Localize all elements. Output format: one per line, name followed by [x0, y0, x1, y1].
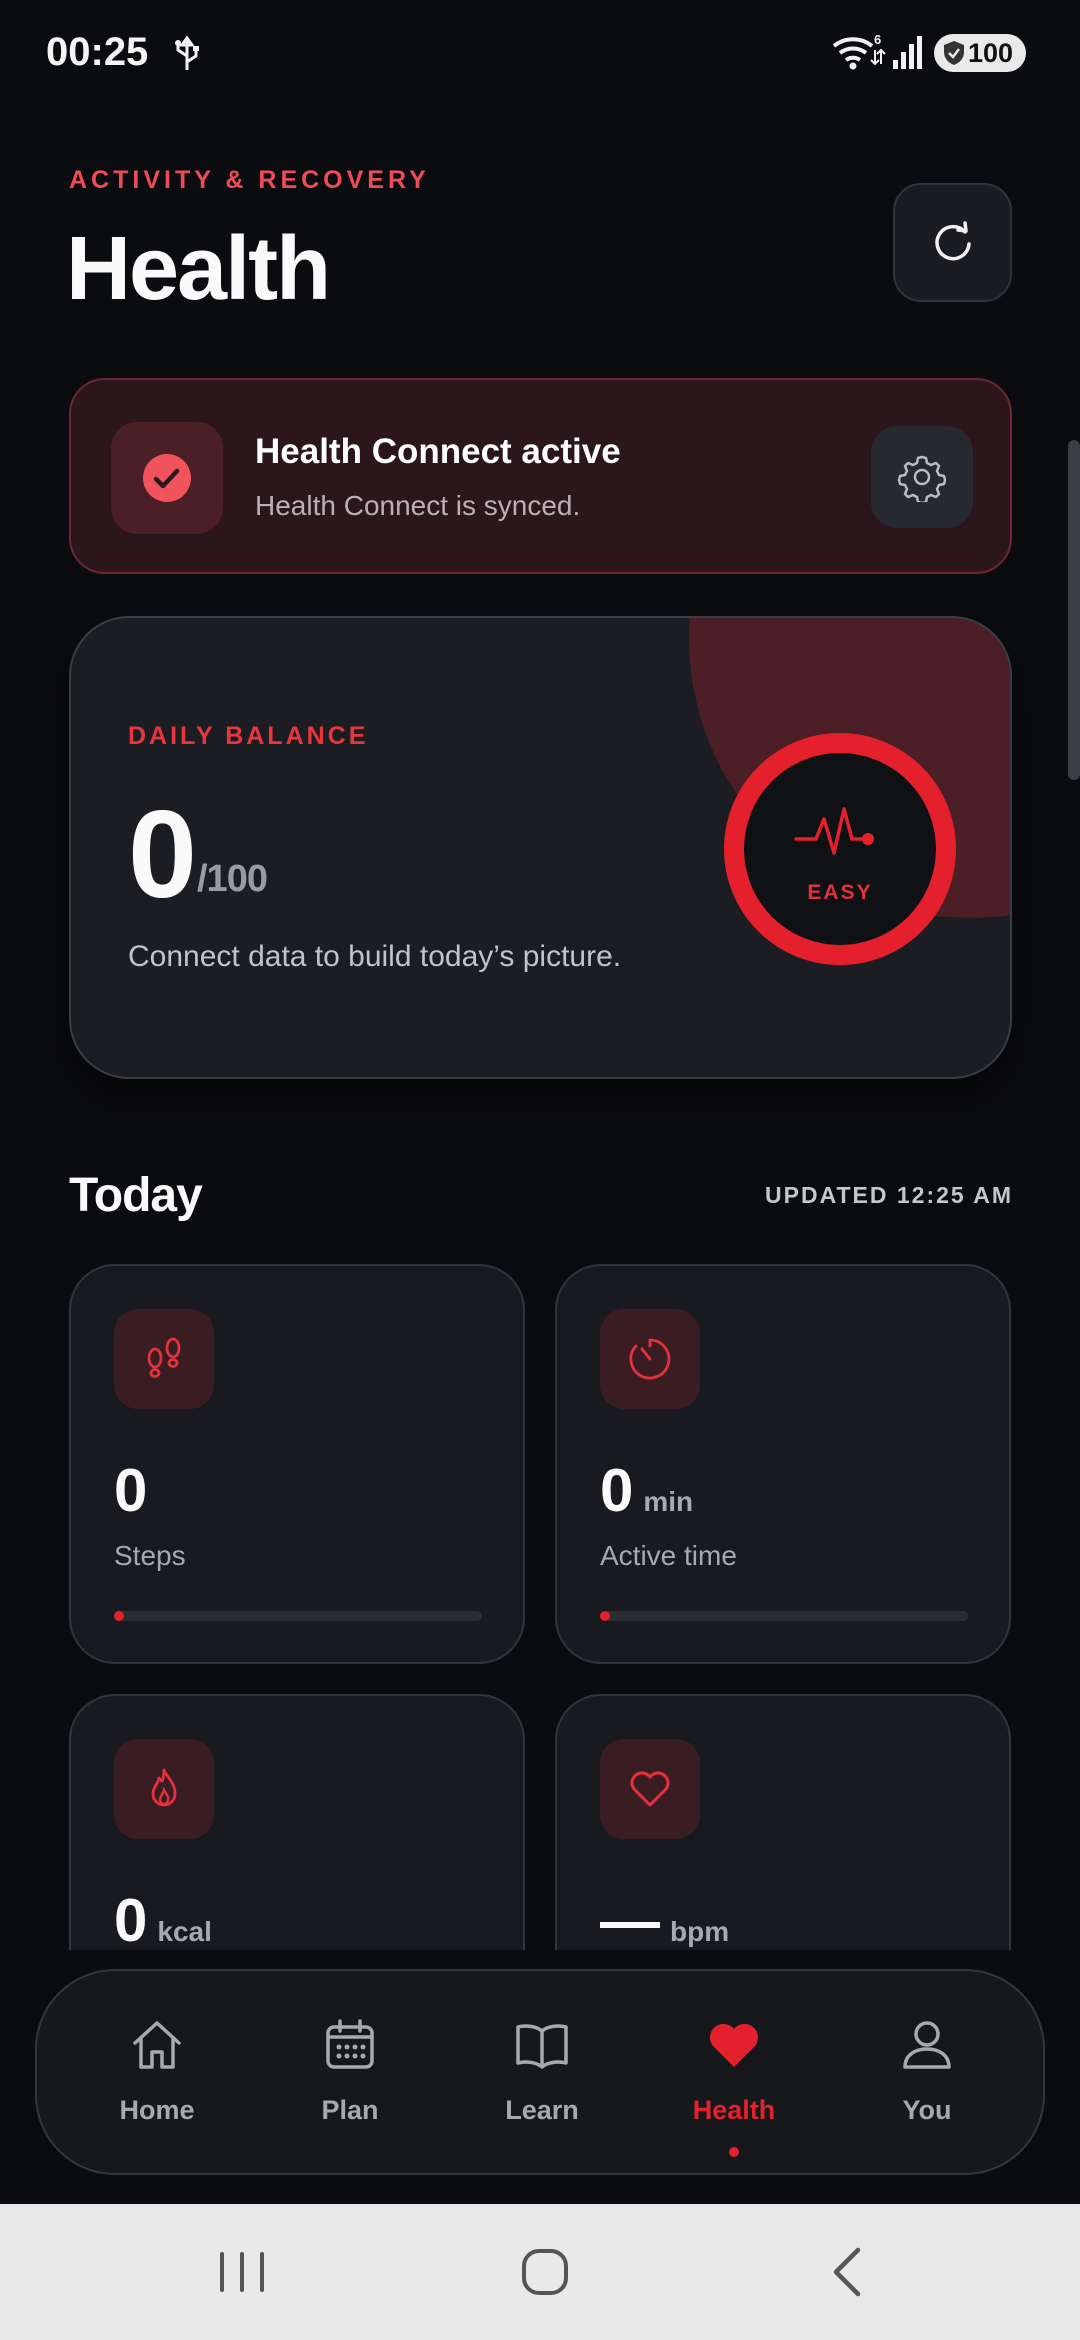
active-time-label: Active time: [600, 1540, 737, 1571]
health-connect-title: Health Connect active: [255, 432, 621, 471]
nav-item-you[interactable]: You: [842, 1971, 1012, 2177]
battery-indicator: 100: [934, 34, 1026, 72]
scrollbar[interactable]: [1068, 440, 1080, 780]
metric-icon-box: [600, 1309, 700, 1409]
daily-balance-card[interactable]: DAILY BALANCE 0 /100 Connect data to bui…: [69, 616, 1012, 1079]
footprints-icon: [147, 1337, 181, 1378]
status-icon-box: [111, 422, 223, 534]
page-title: Health: [66, 219, 331, 319]
metric-icon-box: [114, 1309, 214, 1409]
metric-value: 0 min: [600, 1456, 693, 1525]
heart-rate-value: —: [600, 1887, 660, 1950]
calories-value: 0: [114, 1887, 148, 1950]
gear-icon: [897, 455, 947, 502]
system-navigation-bar: [0, 2204, 1080, 2340]
heart-rate-unit: bpm: [670, 1916, 730, 1947]
metric-card-heart-rate[interactable]: — bpm: [555, 1694, 1011, 1950]
page-eyebrow: ACTIVITY & RECOVERY: [69, 166, 430, 194]
heart-icon: [709, 2023, 759, 2067]
wifi-badge: 6: [874, 32, 881, 47]
nav-item-home[interactable]: Home: [72, 1971, 242, 2177]
nav-item-learn[interactable]: Learn: [457, 1971, 627, 2177]
usb-icon: [175, 35, 199, 70]
updated-timestamp: UPDATED 12:25 AM: [765, 1182, 1013, 1208]
recents-icon[interactable]: [212, 2242, 272, 2302]
nav-label-home: Home: [119, 2095, 195, 2125]
metric-value: 0: [114, 1456, 147, 1525]
balance-score: 0: [128, 786, 197, 924]
steps-label: Steps: [114, 1540, 186, 1571]
bottom-nav: Home Plan Learn Health You: [35, 1969, 1045, 2175]
balance-eyebrow: DAILY BALANCE: [128, 722, 369, 750]
health-connect-settings-button[interactable]: [871, 426, 973, 528]
metric-card-calories[interactable]: 0 kcal: [69, 1694, 525, 1950]
metric-icon-box: [600, 1739, 700, 1839]
calendar-icon: [326, 2019, 374, 2069]
book-icon: [516, 2024, 568, 2069]
wifi-icon: 6: [832, 32, 886, 70]
battery-level: 100: [968, 37, 1014, 68]
heart-icon: [630, 1771, 670, 1807]
nav-item-plan[interactable]: Plan: [265, 1971, 435, 2177]
metric-value: 0 kcal: [114, 1886, 212, 1950]
status-time: 00:25: [46, 30, 149, 74]
today-title: Today: [69, 1169, 203, 1222]
metric-card-active-time[interactable]: 0 min Active time: [555, 1264, 1011, 1664]
active-time-progress-bar: [600, 1611, 968, 1621]
nav-label-plan: Plan: [321, 2095, 379, 2125]
signal-icon: [893, 36, 922, 69]
nav-label-learn: Learn: [505, 2095, 579, 2125]
home-circle-icon[interactable]: [515, 2242, 575, 2302]
status-bar: 00:25 6 100: [0, 0, 1080, 104]
active-time-value: 0: [600, 1457, 634, 1524]
refresh-button[interactable]: [893, 183, 1012, 302]
balance-ring: EASY: [724, 733, 956, 965]
nav-label-health: Health: [692, 2095, 776, 2125]
balance-max: /100: [197, 858, 268, 900]
nav-item-health[interactable]: Health: [649, 1971, 819, 2177]
nav-label-you: You: [902, 2095, 952, 2125]
check-circle-icon: [143, 454, 191, 502]
active-time-progress-fill: [600, 1611, 610, 1621]
steps-progress-fill: [114, 1611, 124, 1621]
steps-value: 0: [114, 1457, 148, 1524]
pulse-icon: [794, 807, 874, 855]
calories-unit: kcal: [157, 1916, 212, 1947]
steps-progress-bar: [114, 1611, 482, 1621]
timer-icon: [629, 1338, 671, 1380]
metric-card-steps[interactable]: 0 Steps: [69, 1264, 525, 1664]
user-icon: [903, 2021, 951, 2069]
health-connect-subtitle: Health Connect is synced.: [255, 490, 581, 521]
active-indicator-dot: [729, 2147, 739, 2157]
balance-caption: Connect data to build today’s picture.: [128, 940, 622, 973]
metric-icon-box: [114, 1739, 214, 1839]
shield-icon: [944, 41, 964, 65]
refresh-icon: [934, 220, 971, 260]
back-icon[interactable]: [818, 2242, 878, 2302]
metric-value: — bpm: [600, 1886, 729, 1950]
flame-icon: [151, 1768, 177, 1807]
metrics-grid[interactable]: 0 Steps 0 min Active time 0 kcal — bpm: [0, 1264, 1080, 1950]
home-icon: [133, 2021, 181, 2069]
active-time-unit: min: [643, 1486, 694, 1517]
balance-status-label: EASY: [807, 881, 873, 904]
health-connect-banner: Health Connect active Health Connect is …: [69, 378, 1012, 574]
